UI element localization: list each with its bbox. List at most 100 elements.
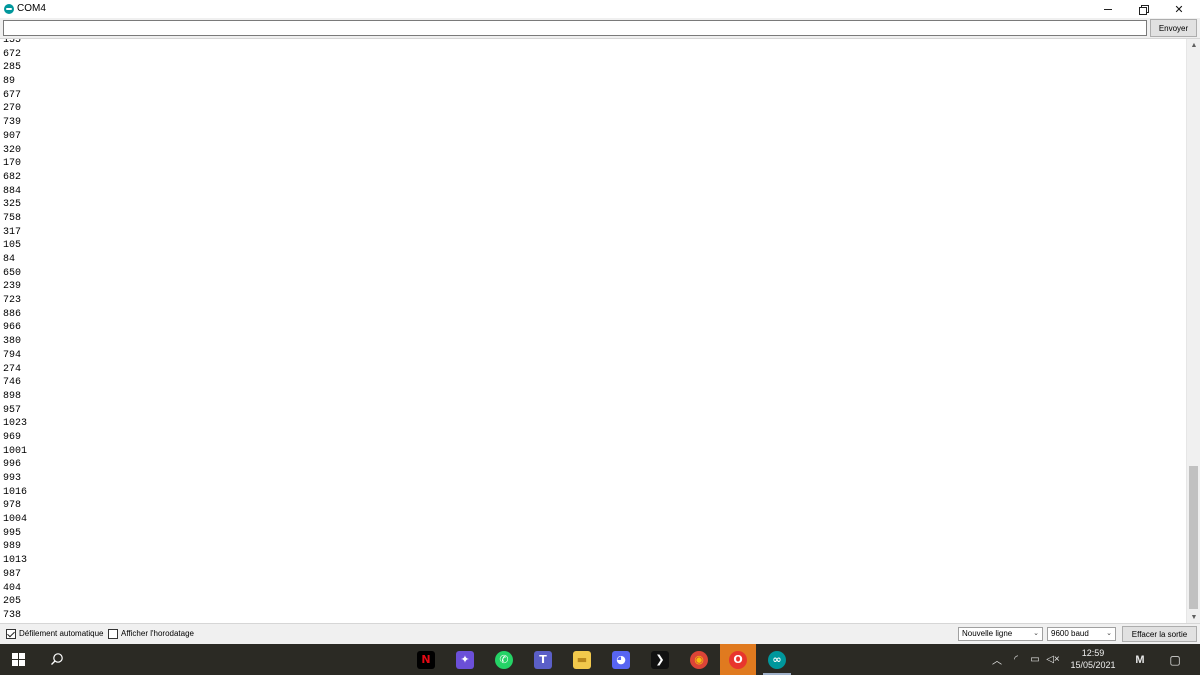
netflix-icon: N	[417, 650, 435, 669]
output-line: 898	[3, 390, 22, 402]
arduino-logo-icon	[4, 4, 14, 14]
minimize-icon	[1104, 8, 1112, 10]
output-line: 155	[3, 39, 22, 46]
battery-icon[interactable]: ▭	[1027, 644, 1043, 675]
restore-icon	[1139, 5, 1149, 15]
teams-icon: T	[534, 650, 552, 669]
taskbar-app[interactable]: O	[720, 644, 756, 675]
output-line: 957	[3, 404, 22, 416]
chevron-up-icon[interactable]: ︿	[990, 644, 1004, 675]
serial-monitor-app: COM4 ✕ Envoyer 155 672 285 89 677 270 739 907 32…	[0, 0, 1200, 675]
search-icon[interactable]	[50, 652, 64, 666]
volume-muted-icon[interactable]: ◁×	[1045, 644, 1061, 675]
line-ending-value: Nouvelle ligne	[962, 629, 1013, 638]
serial-output[interactable]: 155 672 285 89 677 270 739 907 320 170 682 884 325 75…	[0, 39, 1186, 623]
close-button[interactable]: ✕	[1161, 0, 1197, 18]
output-line: 672	[3, 48, 22, 60]
clock-time: 12:59	[1081, 648, 1105, 658]
wifi-icon[interactable]: ◜	[1008, 644, 1024, 675]
output-line: 677	[3, 89, 22, 101]
taskbar-app[interactable]: ◉	[681, 644, 717, 675]
close-icon: ✕	[1174, 3, 1184, 16]
output-line: 987	[3, 568, 22, 580]
output-line: 105	[3, 240, 22, 252]
notification-icon[interactable]: ▢	[1165, 644, 1185, 675]
scroll-down-button[interactable]: ▼	[1187, 611, 1200, 623]
send-row: Envoyer	[0, 18, 1200, 39]
send-button[interactable]: Envoyer	[1150, 19, 1197, 37]
maximize-button[interactable]	[1125, 0, 1161, 18]
output-line: 966	[3, 322, 22, 334]
taskbar-clock[interactable]: 12:59 15/05/2021	[1062, 647, 1124, 671]
windows-taskbar: N ✦ ✆ T ▬ ◕ ❯ ◉ O ∞ ︿ ◜ ▭ ◁× 12:59 15/05/2021 M ▢	[0, 644, 1200, 675]
output-line: 989	[3, 541, 22, 553]
whatsapp-icon: ✆	[495, 650, 513, 669]
output-line: 239	[3, 281, 22, 293]
taskbar-app[interactable]: ◕	[603, 644, 639, 675]
chevron-down-icon: ⌄	[1106, 630, 1112, 637]
output-line: 650	[3, 267, 22, 279]
taskbar-app[interactable]: N	[408, 644, 444, 675]
taskbar-app[interactable]: ∞	[759, 644, 795, 675]
clear-output-button[interactable]: Effacer la sortie	[1122, 626, 1197, 642]
taskbar-app[interactable]: ✆	[486, 644, 522, 675]
output-line: 995	[3, 527, 22, 539]
output-line: 1001	[3, 445, 28, 457]
window-title: COM4	[17, 3, 46, 14]
output-line: 969	[3, 431, 22, 443]
title-bar: COM4 ✕	[0, 0, 1200, 18]
status-bar: Défilement automatique Afficher l'horoda…	[0, 623, 1200, 644]
output-line: 380	[3, 336, 22, 348]
output-line: 907	[3, 130, 22, 142]
output-line: 404	[3, 582, 22, 594]
chevron-down-icon: ▼	[1190, 613, 1198, 621]
chrome-icon: ◉	[690, 650, 708, 669]
output-line: 170	[3, 158, 22, 170]
output-line: 993	[3, 473, 22, 484]
output-line: 317	[3, 226, 22, 238]
baud-rate-select[interactable]: 9600 baud ⌄	[1047, 627, 1116, 641]
output-line: 794	[3, 349, 22, 361]
output-line: 84	[3, 254, 16, 265]
output-line: 723	[3, 295, 22, 307]
output-line: 205	[3, 596, 22, 608]
baud-rate-value: 9600 baud	[1051, 629, 1089, 638]
windows-start-icon[interactable]	[12, 653, 26, 667]
keyboard-layout-icon[interactable]: M	[1130, 644, 1150, 675]
output-line: 682	[3, 171, 22, 183]
output-line: 320	[3, 144, 22, 156]
arduino-icon: ∞	[768, 650, 786, 669]
taskbar-app[interactable]: ✦	[447, 644, 483, 675]
autoscroll-checkbox[interactable]	[6, 629, 16, 639]
scroll-thumb[interactable]	[1189, 466, 1198, 609]
taskbar-app[interactable]: ❯	[642, 644, 678, 675]
vertical-scrollbar[interactable]: ▲ ▼	[1186, 39, 1200, 623]
output-line: 886	[3, 308, 22, 320]
timestamp-checkbox[interactable]	[108, 629, 118, 639]
output-line: 758	[3, 212, 22, 224]
output-line: 1016	[3, 486, 28, 498]
file-explorer-icon: ▬	[573, 650, 591, 669]
output-line: 978	[3, 500, 22, 512]
output-line: 274	[3, 363, 22, 375]
opera-icon: O	[729, 650, 747, 669]
timestamp-label[interactable]: Afficher l'horodatage	[121, 629, 194, 638]
autoscroll-label[interactable]: Défilement automatique	[19, 629, 104, 638]
taskbar-app[interactable]: T	[525, 644, 561, 675]
minimize-button[interactable]	[1090, 0, 1126, 18]
output-line: 884	[3, 185, 22, 197]
chevron-down-icon: ⌄	[1033, 630, 1039, 637]
serial-input[interactable]	[3, 20, 1147, 36]
clock-date: 15/05/2021	[1070, 660, 1116, 670]
scroll-up-button[interactable]: ▲	[1187, 39, 1200, 51]
output-line: 1023	[3, 418, 28, 430]
taskbar-app[interactable]: ▬	[564, 644, 600, 675]
output-line: 325	[3, 199, 22, 211]
line-ending-select[interactable]: Nouvelle ligne ⌄	[958, 627, 1043, 641]
chevron-up-icon: ▲	[1190, 41, 1198, 49]
output-line: 996	[3, 459, 22, 471]
output-line: 746	[3, 377, 22, 389]
output-line: 285	[3, 62, 22, 74]
output-line: 738	[3, 609, 22, 621]
output-line: 1004	[3, 514, 28, 526]
